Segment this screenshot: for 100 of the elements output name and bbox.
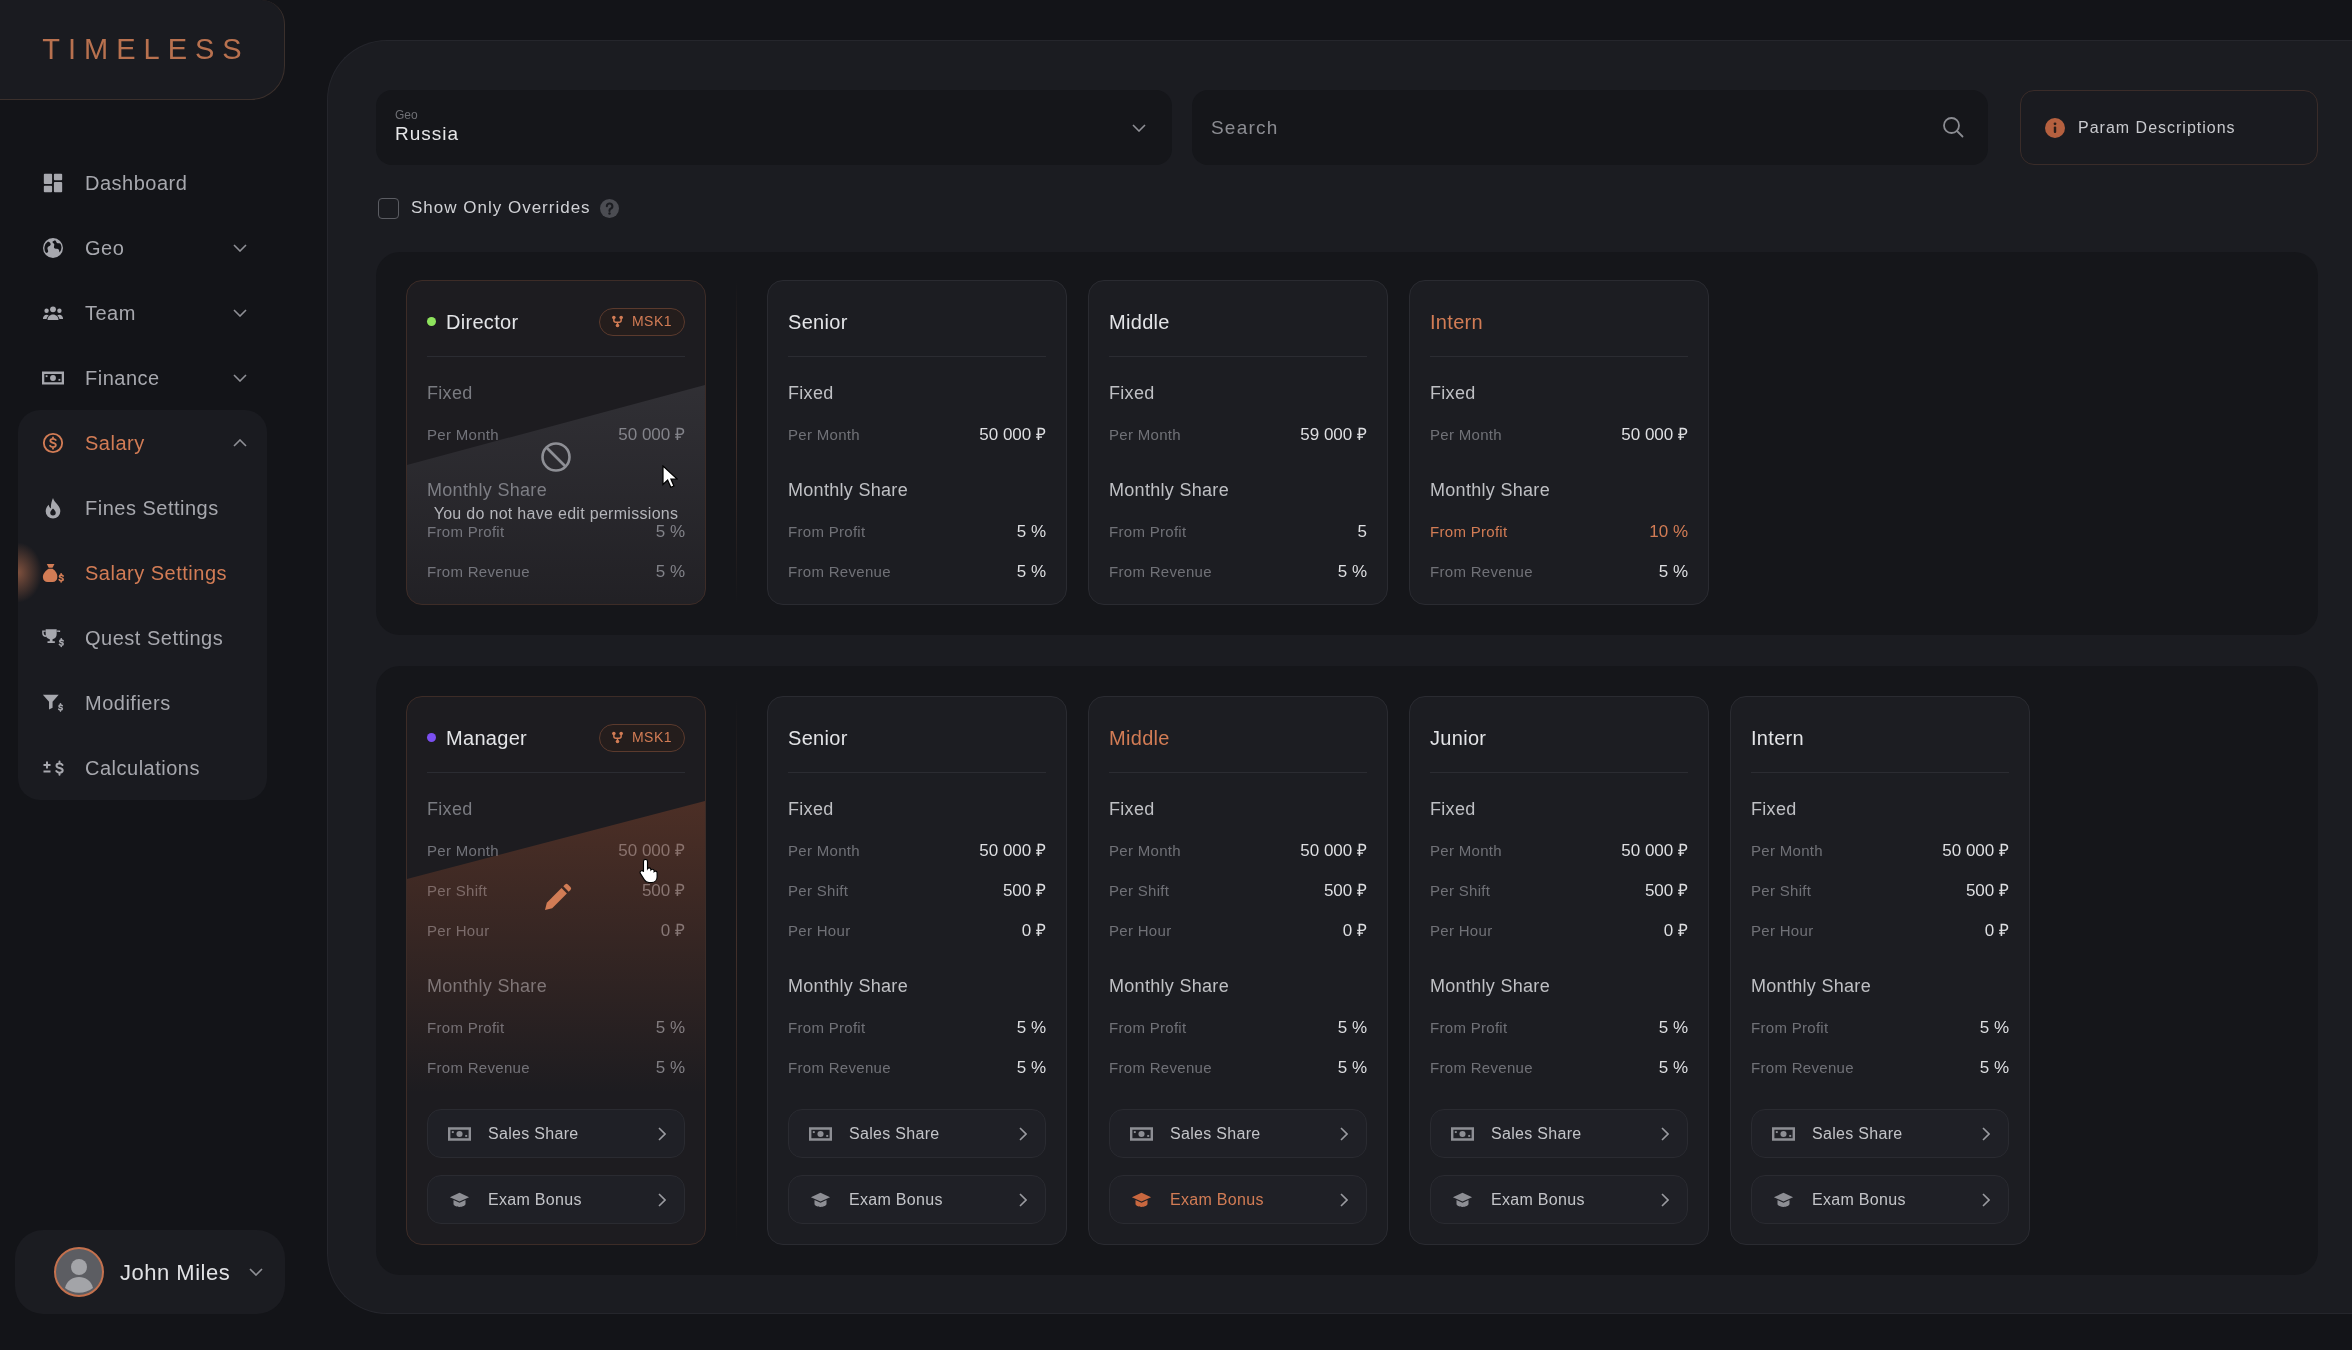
param-label: Per Shift <box>1751 880 1812 901</box>
card-action-button[interactable]: Sales Share <box>788 1109 1046 1158</box>
param-label: From Profit <box>1109 1017 1187 1038</box>
chevron-right-icon <box>1019 1192 1027 1207</box>
param-value: 50 000 ₽ <box>1621 424 1688 447</box>
param-label: From Profit <box>1109 521 1187 542</box>
logo-text: TIMELESS <box>41 35 250 64</box>
banknote-icon <box>448 1125 471 1142</box>
card-action-button[interactable]: Exam Bonus <box>1109 1175 1367 1224</box>
param-value: 5 % <box>1658 1017 1688 1040</box>
card-action-button[interactable]: Sales Share <box>1430 1109 1688 1158</box>
chevron-right-icon <box>658 1126 666 1141</box>
param-value: 500 ₽ <box>1002 880 1046 903</box>
param-label: From Profit <box>1430 521 1508 542</box>
param-value: 5 % <box>1016 521 1046 544</box>
chevron-down-icon <box>249 1268 263 1276</box>
card-title: Senior <box>788 725 848 751</box>
param-label: Per Month <box>1751 840 1823 861</box>
sidebar-item[interactable]: Finance <box>18 345 267 410</box>
user-menu[interactable]: John Miles <box>15 1230 285 1314</box>
param-value: 50 000 ₽ <box>618 840 685 863</box>
param-value: 0 ₽ <box>1663 920 1688 943</box>
branch-tag[interactable]: MSK1 <box>598 723 685 752</box>
param-value: 50 000 ₽ <box>979 424 1046 447</box>
card-action-button[interactable]: Exam Bonus <box>788 1175 1046 1224</box>
param-label: Per Month <box>1109 840 1181 861</box>
chevron-right-icon <box>1661 1126 1669 1141</box>
card-title: Intern <box>1751 725 1804 751</box>
sidebar-item[interactable]: Salary <box>18 410 267 475</box>
sidebar-item[interactable]: Dashboard <box>18 150 267 215</box>
param-value: 5 % <box>1337 1017 1367 1040</box>
param-value: 5 % <box>655 1057 685 1080</box>
grid-icon <box>42 171 64 194</box>
param-label: From Revenue <box>427 561 530 582</box>
card-action-button[interactable]: Sales Share <box>1109 1109 1367 1158</box>
card-action-button[interactable]: Exam Bonus <box>427 1175 685 1224</box>
param-value: 5 % <box>655 1017 685 1040</box>
branch-tag[interactable]: MSK1 <box>598 307 685 336</box>
chevron-right-icon <box>658 1192 666 1207</box>
sidebar-subitem[interactable]: Calculations <box>18 735 267 800</box>
section-title: Fixed <box>1109 382 1155 405</box>
param-value: 0 ₽ <box>660 920 685 943</box>
card-title: Senior <box>788 309 848 335</box>
param-value: 50 000 ₽ <box>1942 840 2009 863</box>
geo-select[interactable]: Geo Russia <box>376 90 1172 165</box>
sidebar-subitem[interactable]: Modifiers <box>18 670 267 735</box>
chevron-right-icon <box>1019 1126 1027 1141</box>
param-label: Per Shift <box>788 880 849 901</box>
card-title: Intern <box>1430 309 1483 335</box>
param-value: 59 000 ₽ <box>1300 424 1367 447</box>
param-label: Per Month <box>1430 840 1502 861</box>
search-field[interactable]: Search <box>1192 90 1988 165</box>
section-title: Fixed <box>1109 798 1155 821</box>
param-value: 5 % <box>1016 1017 1046 1040</box>
card-action-button[interactable]: Sales Share <box>1751 1109 2009 1158</box>
param-value: 10 % <box>1649 521 1688 544</box>
sidebar-subitem[interactable]: Fines Settings <box>18 475 267 540</box>
sidebar-subitem[interactable]: Quest Settings <box>18 605 267 670</box>
param-label: From Profit <box>427 1017 505 1038</box>
money-bag-icon <box>42 561 64 584</box>
param-label: Per Hour <box>788 920 851 941</box>
card-action-button[interactable]: Exam Bonus <box>1751 1175 2009 1224</box>
param-label: Per Month <box>427 840 499 861</box>
sidebar-item[interactable]: Team <box>18 280 267 345</box>
section-title: Fixed <box>1430 798 1476 821</box>
checkbox[interactable] <box>378 197 399 219</box>
banknote-icon <box>1130 1125 1153 1142</box>
param-label: From Profit <box>427 521 505 542</box>
banknote-icon <box>809 1125 832 1142</box>
param-value: 500 ₽ <box>1644 880 1688 903</box>
param-value: 500 ₽ <box>1323 880 1367 903</box>
param-label: From Profit <box>788 521 866 542</box>
card-action-button[interactable]: Sales Share <box>427 1109 685 1158</box>
search-icon[interactable] <box>1942 116 1964 138</box>
param-label: From Profit <box>1430 1017 1508 1038</box>
param-label: From Revenue <box>1430 1057 1533 1078</box>
pointer-cursor-icon <box>662 465 678 488</box>
param-value: 5 % <box>655 561 685 584</box>
chevron-right-icon <box>1340 1126 1348 1141</box>
chevron-right-icon <box>1340 1192 1348 1207</box>
banknote-icon <box>1451 1125 1474 1142</box>
card-title: Manager <box>446 725 528 751</box>
section-title: Monthly Share <box>788 479 908 502</box>
graduation-cap-icon <box>1451 1191 1474 1208</box>
param-label: Per Shift <box>1109 880 1170 901</box>
param-value: 0 ₽ <box>1984 920 2009 943</box>
section-title: Fixed <box>1751 798 1797 821</box>
param-label: Per Month <box>1109 424 1181 445</box>
sidebar-item[interactable]: Geo <box>18 215 267 280</box>
section-title: Fixed <box>427 382 473 405</box>
card-action-button[interactable]: Exam Bonus <box>1430 1175 1688 1224</box>
param-value: 5 % <box>1016 561 1046 584</box>
param-label: From Revenue <box>788 1057 891 1078</box>
param-value: 500 ₽ <box>1965 880 2009 903</box>
param-label: Per Shift <box>1430 880 1491 901</box>
param-label: From Profit <box>1751 1017 1829 1038</box>
param-value: 0 ₽ <box>1342 920 1367 943</box>
param-value: 5 % <box>1016 1057 1046 1080</box>
param-descriptions-button[interactable]: Param Descriptions <box>2020 90 2318 165</box>
checkbox-label: Show Only Overrides <box>411 197 591 220</box>
